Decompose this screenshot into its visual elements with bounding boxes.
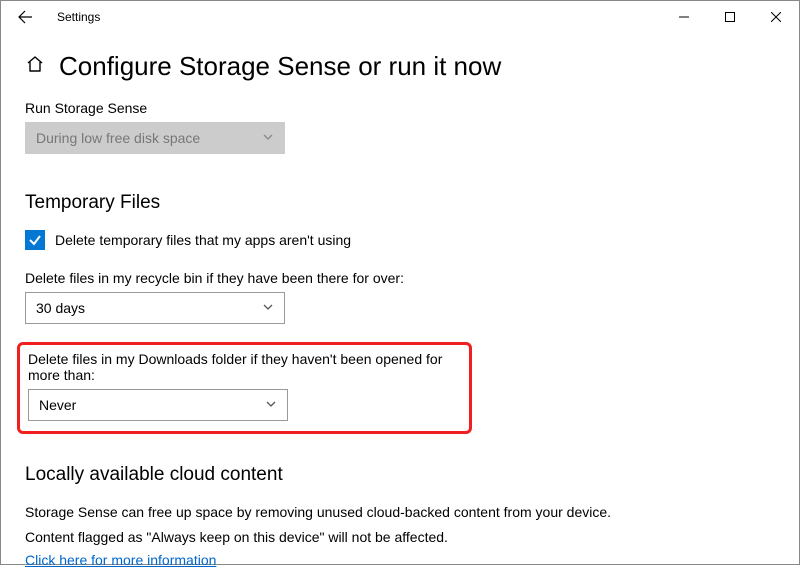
chevron-down-icon xyxy=(262,130,274,146)
run-sense-value: During low free disk space xyxy=(36,130,200,146)
downloads-dropdown[interactable]: Never xyxy=(28,389,288,421)
downloads-value: Never xyxy=(39,397,76,413)
home-icon[interactable] xyxy=(25,54,45,79)
close-icon xyxy=(771,12,781,22)
cloud-heading: Locally available cloud content xyxy=(25,464,775,486)
recycle-value: 30 days xyxy=(36,300,85,316)
check-icon xyxy=(28,233,42,247)
downloads-label: Delete files in my Downloads folder if t… xyxy=(28,351,461,383)
maximize-button[interactable] xyxy=(707,1,753,33)
page-title: Configure Storage Sense or run it now xyxy=(59,51,501,82)
more-info-link[interactable]: Click here for more information xyxy=(25,552,216,568)
arrow-left-icon xyxy=(17,9,33,25)
run-sense-dropdown: During low free disk space xyxy=(25,122,285,154)
downloads-highlight: Delete files in my Downloads folder if t… xyxy=(17,342,472,434)
chevron-down-icon xyxy=(262,300,274,316)
minimize-button[interactable] xyxy=(661,1,707,33)
delete-temp-checkbox[interactable] xyxy=(25,230,45,250)
cloud-text-1: Storage Sense can free up space by remov… xyxy=(25,502,775,523)
delete-temp-label: Delete temporary files that my apps aren… xyxy=(55,232,351,248)
cloud-text-2: Content flagged as "Always keep on this … xyxy=(25,527,775,548)
window-controls xyxy=(661,1,799,33)
maximize-icon xyxy=(725,12,735,22)
temp-files-heading: Temporary Files xyxy=(25,192,775,214)
recycle-label: Delete files in my recycle bin if they h… xyxy=(25,270,775,286)
titlebar: Settings xyxy=(1,1,799,33)
app-title: Settings xyxy=(57,10,100,24)
close-button[interactable] xyxy=(753,1,799,33)
minimize-icon xyxy=(679,12,689,22)
recycle-dropdown[interactable]: 30 days xyxy=(25,292,285,324)
chevron-down-icon xyxy=(265,397,277,413)
run-sense-label: Run Storage Sense xyxy=(25,100,775,116)
back-button[interactable] xyxy=(9,1,41,33)
